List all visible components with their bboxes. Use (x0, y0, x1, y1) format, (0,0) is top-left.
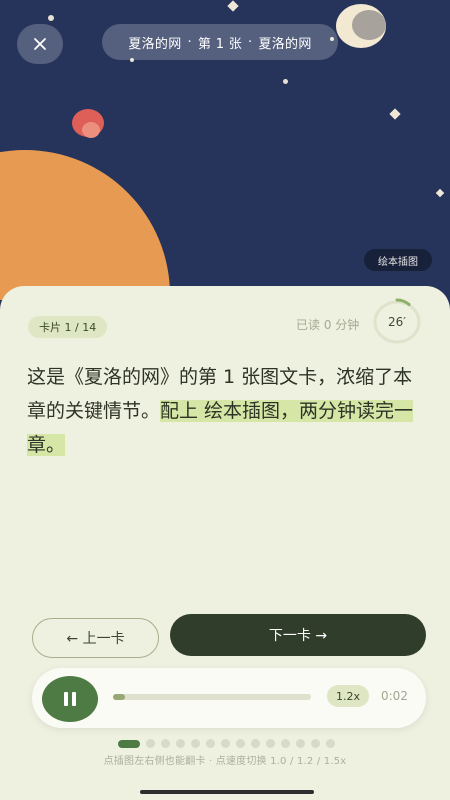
pagination-dot[interactable] (326, 739, 335, 748)
next-card-button[interactable]: 下一卡 → (170, 614, 426, 656)
pagination-dot[interactable] (251, 739, 260, 748)
elapsed-time: 0:02 (381, 689, 408, 703)
pagination-dot[interactable] (221, 739, 230, 748)
pagination-dot[interactable] (161, 739, 170, 748)
book-title: 夏洛的网 (128, 36, 182, 52)
pagination-dot[interactable] (191, 739, 200, 748)
prev-card-button[interactable]: ← 上一卡 (32, 618, 159, 658)
sparkle (227, 0, 239, 12)
illustration-label: 绘本插图 (364, 249, 432, 271)
progress-track[interactable] (113, 694, 311, 700)
red-planet-highlight (82, 122, 100, 138)
orange-planet (0, 150, 170, 300)
title-separator: · (248, 34, 253, 50)
sparkle (389, 108, 401, 120)
pagination-dot[interactable] (146, 739, 155, 748)
title-separator: · (187, 34, 192, 50)
pagination-dot[interactable] (266, 739, 275, 748)
pagination-dot[interactable] (206, 739, 215, 748)
pagination-dot[interactable] (296, 739, 305, 748)
chapter-title: 夏洛的网 (258, 36, 312, 52)
star (48, 15, 54, 21)
close-icon (34, 38, 46, 50)
pagination-dot[interactable] (311, 739, 320, 748)
card-number: 第 1 张 (197, 36, 243, 52)
card-counter-badge: 卡片 1 / 14 (28, 316, 108, 338)
card-pagination (118, 739, 335, 748)
close-button[interactable] (17, 24, 63, 64)
moon-shadow (352, 10, 386, 40)
home-indicator (140, 790, 314, 794)
timer-label: 26′ (388, 315, 406, 329)
pagination-dot[interactable] (176, 739, 185, 748)
pause-icon (64, 692, 68, 706)
card-text: 这是《夏洛的网》的第 1 张图文卡，浓缩了本章的关键情节。配上 绘本插图，两分钟… (27, 360, 427, 462)
pagination-dot[interactable] (236, 739, 245, 748)
progress-fill (113, 694, 125, 700)
pagination-dot[interactable] (281, 739, 290, 748)
usage-hint: 点插图左右侧也能翻卡 · 点速度切换 1.0 / 1.2 / 1.5x (103, 756, 347, 767)
star (283, 79, 288, 84)
speed-toggle[interactable]: 1.2x (327, 685, 369, 707)
chapter-title-pill: 夏洛的网 · 第 1 张 · 夏洛的网 (102, 24, 338, 60)
pagination-dot-active[interactable] (118, 739, 140, 748)
sparkle (435, 188, 445, 198)
pause-icon (72, 692, 76, 706)
read-time-status: 已读 0 分钟 (296, 318, 360, 332)
pause-button[interactable] (42, 676, 98, 722)
